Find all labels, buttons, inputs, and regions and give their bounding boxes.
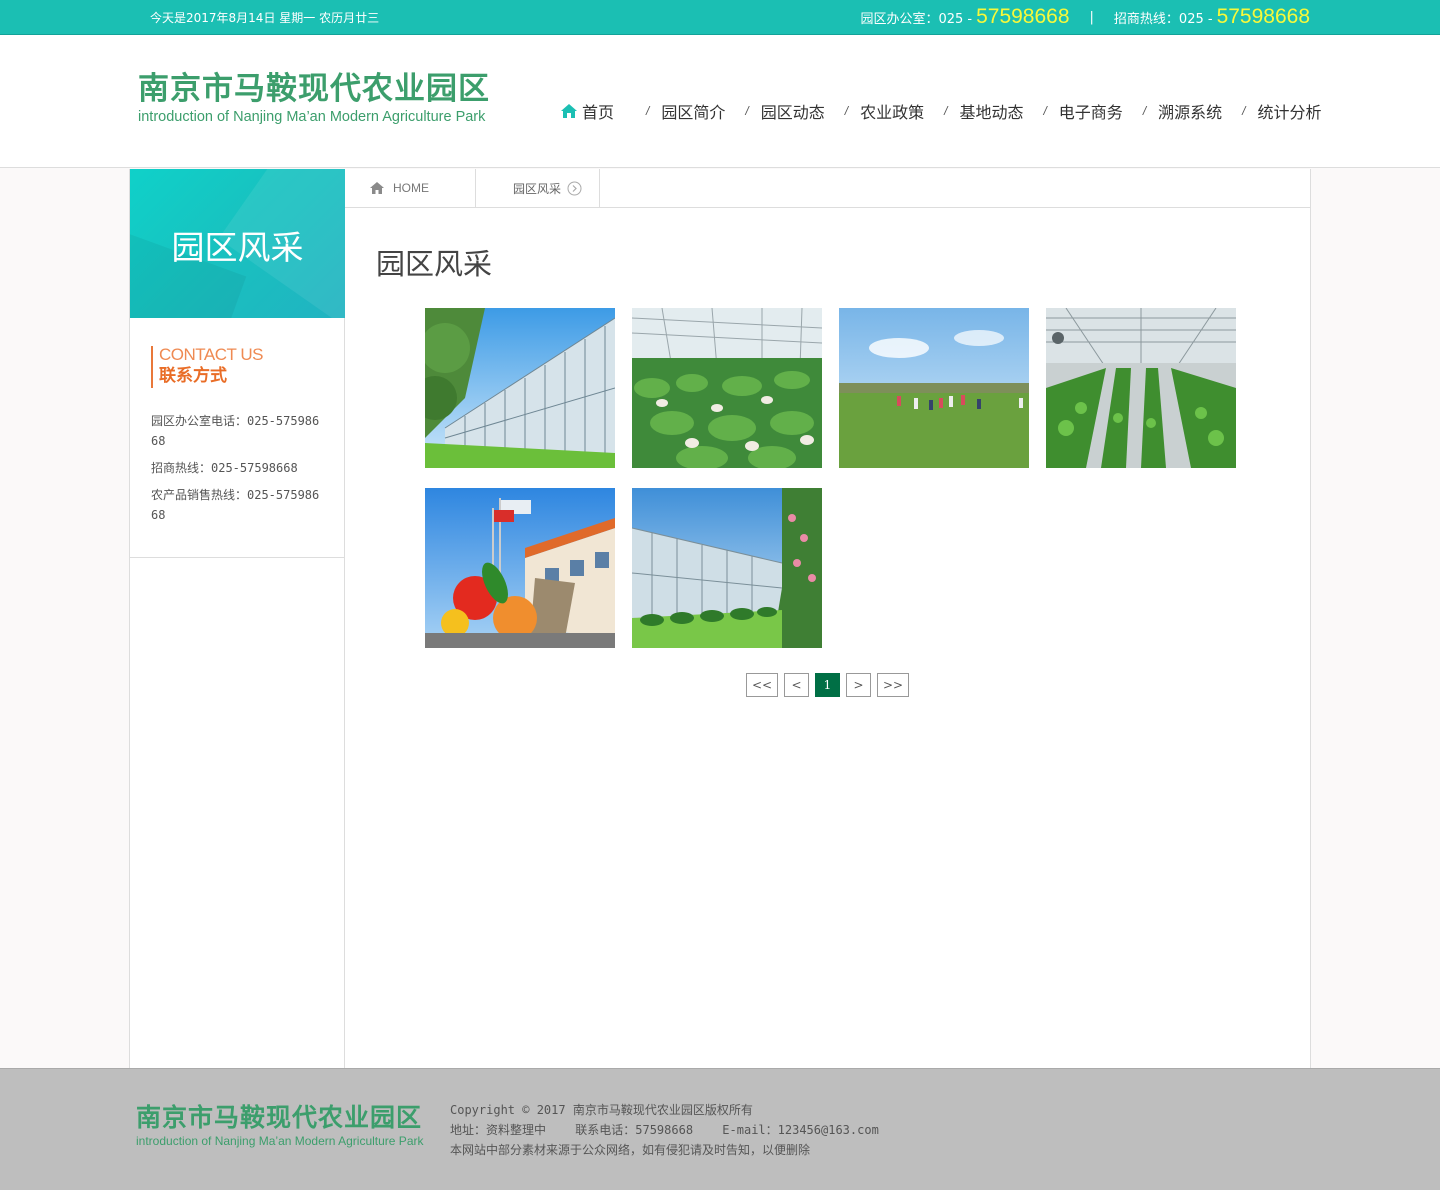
nav-item-statistics[interactable]: 统计分析 <box>1258 99 1322 123</box>
logo-english: introduction of Nanjing Ma’an Modern Agr… <box>138 109 486 125</box>
sidebar-divider <box>130 557 345 558</box>
photo-anthurium-greenhouse <box>632 308 822 468</box>
nav-divider: / <box>1242 104 1246 118</box>
photo-greenhouse-exterior <box>425 308 615 468</box>
hotline-label: 招商热线：025 - <box>1113 11 1213 27</box>
nav-divider: / <box>646 104 650 118</box>
pager-next-button[interactable]: > <box>846 673 871 697</box>
nav-item-ecommerce[interactable]: 电子商务 <box>1059 99 1123 123</box>
photo-greenhouse-garden <box>632 488 822 648</box>
contact-heading-en: CONTACT US <box>159 345 263 364</box>
site-footer: 南京市马鞍现代农业园区 introduction of Nanjing Ma’a… <box>0 1068 1440 1190</box>
breadcrumb-current[interactable]: 园区风采 <box>476 169 600 207</box>
contact-item-office: 园区办公室电话：025-57598668 <box>151 414 320 448</box>
contact-heading-cn: 联系方式 <box>159 366 227 386</box>
gallery-image-seedling-greenhouse[interactable] <box>1046 308 1236 468</box>
photo-lawn-visitors <box>839 308 1029 468</box>
sidebar-banner-title: 园区风采 <box>171 228 304 267</box>
site-logo[interactable]: 南京市马鞍现代农业园区 introduction of Nanjing Ma’a… <box>138 71 490 125</box>
top-bar: 今天是2017年8月14日 星期一 农历月廿三 园区办公室：025 - 5759… <box>0 0 1440 35</box>
home-icon <box>561 104 577 118</box>
phone-separator: | <box>1089 9 1094 25</box>
footer-phone: 联系电话：57598668 <box>575 1123 694 1137</box>
nav-item-about[interactable]: 园区简介 <box>661 99 725 123</box>
pager-last-button[interactable]: >> <box>877 673 909 697</box>
site-header: 南京市马鞍现代农业园区 introduction of Nanjing Ma’a… <box>0 35 1440 168</box>
content-wrapper: 园区风采 CONTACT US 联系方式 园区办公室电话：025-5759866… <box>129 169 1311 1068</box>
footer-notice: 本网站中部分素材来源于公众网络，如有侵犯请及时告知，以便删除 <box>450 1143 811 1157</box>
footer-logo-english: introduction of Nanjing Ma’an Modern Agr… <box>136 1134 424 1148</box>
breadcrumb: HOME 园区风采 <box>345 169 1311 208</box>
gallery-image-greenhouse-exterior[interactable] <box>425 308 615 468</box>
footer-address: 地址：资料整理中 <box>450 1123 547 1137</box>
house-icon <box>370 182 384 194</box>
gallery-image-greenhouse-garden[interactable] <box>632 488 822 648</box>
nav-divider: / <box>1142 104 1147 118</box>
nav-item-traceability[interactable]: 溯源系统 <box>1158 99 1222 123</box>
footer-contact-line: 地址：资料整理中 联系电话：57598668 E-mail：123456@163… <box>450 1120 879 1140</box>
footer-copyright: Copyright © 2017 南京市马鞍现代农业园区版权所有 <box>450 1103 753 1117</box>
main-content: HOME 园区风采 园区风采 << < 1 > >> <box>345 169 1311 1068</box>
nav-label: 首页 <box>582 103 615 122</box>
breadcrumb-current-label: 园区风采 <box>513 181 562 196</box>
pager-prev-button[interactable]: < <box>784 673 809 697</box>
nav-divider: / <box>745 104 749 118</box>
nav-item-policy[interactable]: 农业政策 <box>860 99 924 123</box>
office-number: 57598668 <box>976 5 1070 28</box>
top-phones: 园区办公室：025 - 57598668 | 招商热线：025 - 575986… <box>860 3 1310 31</box>
sidebar: 园区风采 CONTACT US 联系方式 园区办公室电话：025-5759866… <box>130 169 345 1068</box>
circle-arrow-right-icon <box>567 181 582 195</box>
hotline-number: 57598668 <box>1216 5 1310 28</box>
main-nav: 首页 / 园区简介 / 园区动态 / 农业政策 / 基地动态 / 电子商务 / … <box>560 99 1322 123</box>
contact-list: 园区办公室电话：025-57598668 招商热线：025-57598668 农… <box>151 411 326 532</box>
nav-divider: / <box>944 104 948 118</box>
gallery-image-vegetable-sculpture[interactable] <box>425 488 615 648</box>
page-title: 园区风采 <box>376 247 493 281</box>
pagination: << < 1 > >> <box>746 673 915 697</box>
footer-logo: 南京市马鞍现代农业园区 introduction of Nanjing Ma’a… <box>136 1103 423 1148</box>
nav-item-news[interactable]: 园区动态 <box>761 99 825 123</box>
contact-item-hotline: 招商热线：025-57598668 <box>151 461 298 475</box>
pager-page-current[interactable]: 1 <box>815 673 840 697</box>
breadcrumb-home[interactable]: HOME <box>345 169 476 207</box>
pager-first-button[interactable]: << <box>746 673 778 697</box>
contact-heading: CONTACT US 联系方式 <box>151 346 263 388</box>
gallery-image-anthurium-greenhouse[interactable] <box>632 308 822 468</box>
nav-divider: / <box>844 104 849 118</box>
nav-divider: / <box>1043 104 1047 118</box>
nav-item-home[interactable]: 首页 <box>560 99 614 123</box>
nav-item-base-news[interactable]: 基地动态 <box>959 99 1023 123</box>
date-text: 今天是2017年8月14日 星期一 农历月廿三 <box>150 11 380 25</box>
footer-email: E-mail：123456@163.com <box>722 1123 879 1137</box>
photo-vegetable-sculpture <box>425 488 615 648</box>
office-label: 园区办公室：025 - <box>860 11 973 27</box>
footer-logo-chinese: 南京市马鞍现代农业园区 <box>136 1103 423 1132</box>
contact-item-sales: 农产品销售热线：025-57598668 <box>151 488 320 522</box>
footer-info: Copyright © 2017 南京市马鞍现代农业园区版权所有 地址：资料整理… <box>450 1100 879 1160</box>
sidebar-banner: 园区风采 <box>130 169 345 318</box>
breadcrumb-home-label: HOME <box>393 181 429 195</box>
photo-seedling-greenhouse <box>1046 308 1236 468</box>
logo-chinese: 南京市马鞍现代农业园区 <box>138 71 490 107</box>
gallery-image-lawn-visitors[interactable] <box>839 308 1029 468</box>
